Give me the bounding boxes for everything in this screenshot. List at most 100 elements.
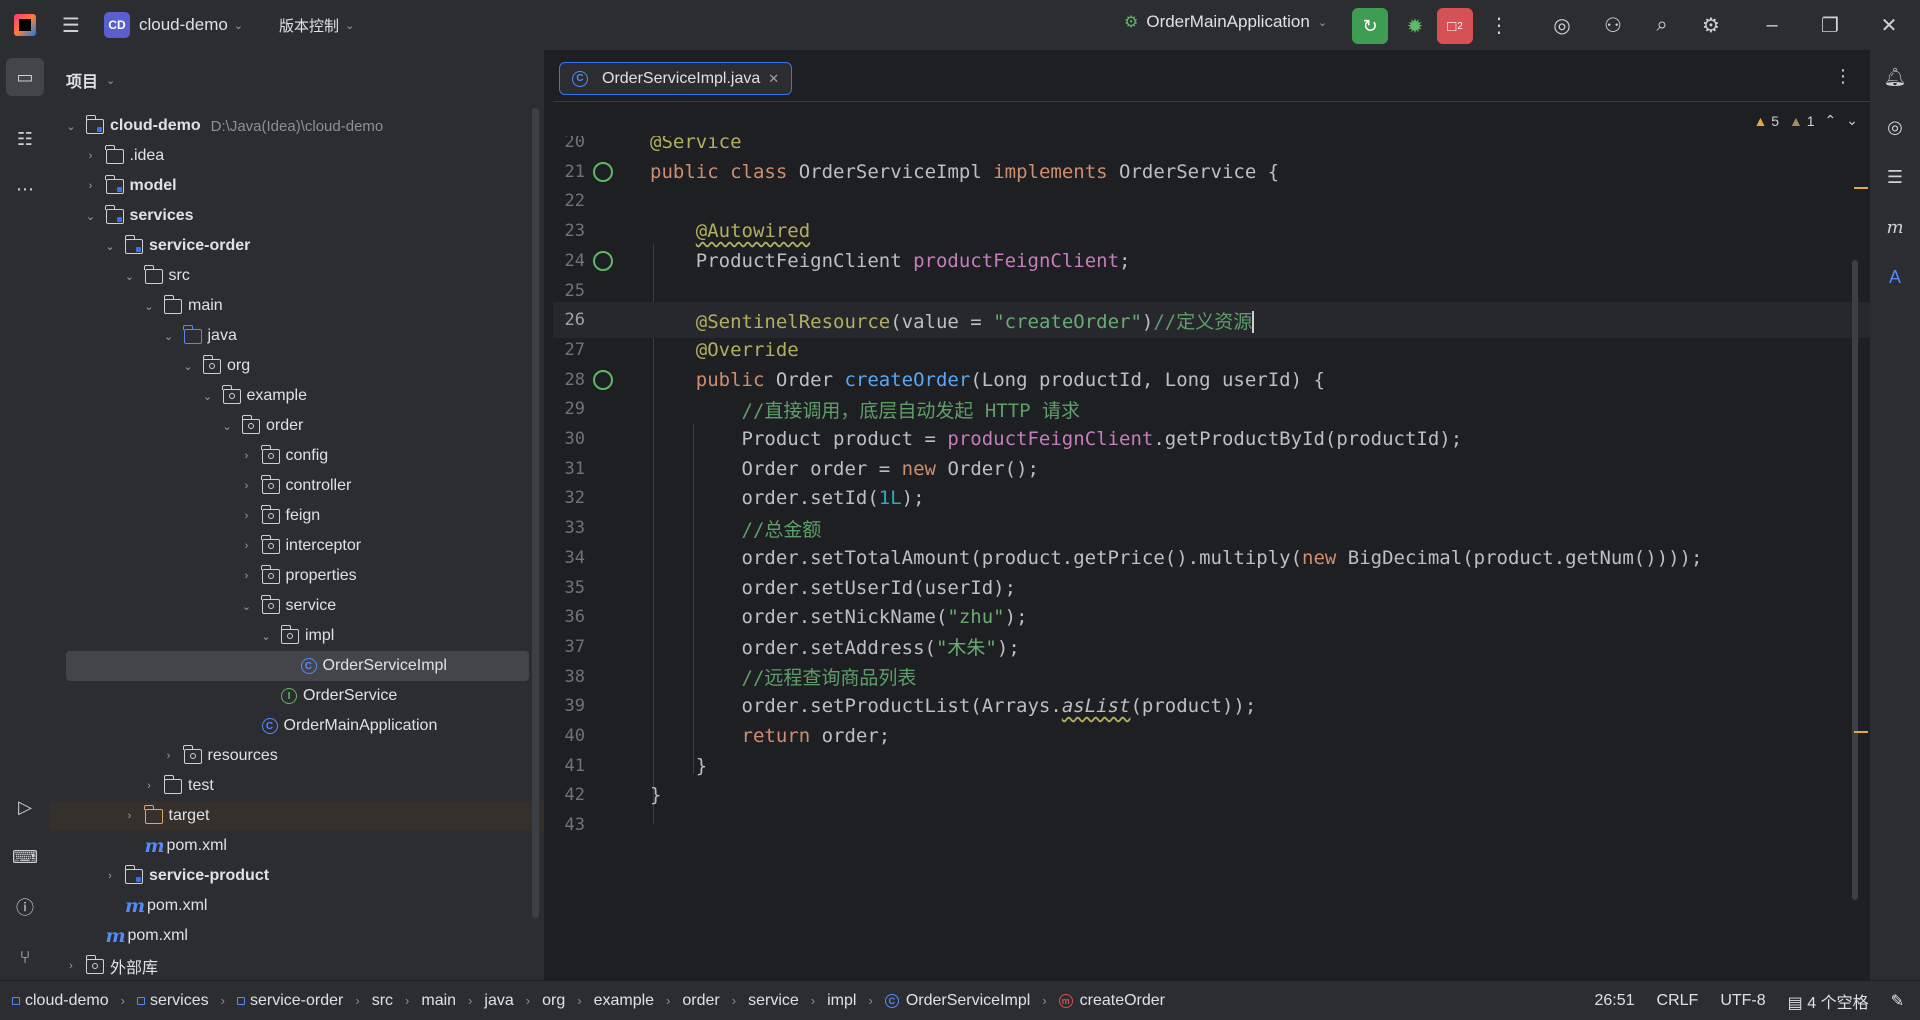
breadcrumb-item[interactable]: java: [484, 992, 513, 1010]
tree-item[interactable]: › target: [50, 801, 544, 831]
tree-item[interactable]: › properties: [50, 561, 544, 591]
chevron-right-icon[interactable]: ›: [84, 150, 98, 162]
chevron-down-icon[interactable]: ⌄: [64, 120, 78, 133]
maven-icon[interactable]: m: [1876, 208, 1914, 246]
tree-item[interactable]: ⌄ java: [50, 321, 544, 351]
breadcrumb-item[interactable]: main: [421, 992, 456, 1010]
chevron-right-icon[interactable]: ›: [240, 450, 254, 462]
breadcrumb-item[interactable]: services: [136, 992, 209, 1010]
next-highlight-icon[interactable]: ⌄: [1846, 112, 1858, 129]
chevron-right-icon[interactable]: ›: [123, 810, 137, 822]
chevron-down-icon[interactable]: ⌄: [201, 390, 215, 403]
database-icon[interactable]: ☰: [1876, 158, 1914, 196]
tree-item[interactable]: C OrderMainApplication: [50, 711, 544, 741]
search-icon[interactable]: ⌕: [1643, 6, 1681, 44]
settings-gear-icon[interactable]: ⚙: [1692, 6, 1730, 44]
chevron-down-icon[interactable]: ⌄: [240, 600, 254, 613]
caret-position[interactable]: 26:51: [1595, 992, 1635, 1010]
chevron-right-icon[interactable]: ›: [84, 180, 98, 192]
tree-item[interactable]: › service-product: [50, 861, 544, 891]
project-view-selector[interactable]: 项目 ⌄: [66, 68, 115, 92]
project-folder-icon[interactable]: ▭: [6, 58, 44, 96]
chevron-right-icon[interactable]: ›: [142, 780, 156, 792]
ai-chat-icon[interactable]: ◎: [1876, 108, 1914, 146]
project-selector[interactable]: cloud-demo ⌄: [139, 15, 243, 35]
chevron-down-icon[interactable]: ⌄: [162, 330, 176, 343]
tree-item[interactable]: › resources: [50, 741, 544, 771]
previous-highlight-icon[interactable]: ⌃: [1825, 112, 1837, 129]
chevron-down-icon[interactable]: ⌄: [259, 630, 273, 643]
tree-item[interactable]: m pom.xml: [50, 831, 544, 861]
tree-item[interactable]: ⌄ example: [50, 381, 544, 411]
breadcrumb-item[interactable]: service-order: [236, 992, 343, 1010]
breadcrumb-item[interactable]: m createOrder: [1058, 992, 1165, 1010]
stop-button[interactable]: □ 2: [1437, 8, 1473, 44]
ai-assistant-icon[interactable]: ◎: [1543, 6, 1581, 44]
chevron-right-icon[interactable]: ›: [103, 870, 117, 882]
warning-stripe-mark[interactable]: [1854, 731, 1868, 733]
readonly-toggle-icon[interactable]: ✎: [1891, 991, 1904, 1011]
rerun-button[interactable]: ↻: [1352, 8, 1388, 44]
chevron-down-icon[interactable]: ⌄: [181, 360, 195, 373]
tree-item[interactable]: › .idea: [50, 141, 544, 171]
restore-icon[interactable]: ❐: [1811, 6, 1849, 44]
chevron-right-icon[interactable]: ›: [240, 540, 254, 552]
chevron-right-icon[interactable]: ›: [240, 480, 254, 492]
more-tools-icon[interactable]: ⋯: [6, 170, 44, 208]
translate-icon[interactable]: A: [1876, 258, 1914, 296]
chevron-down-icon[interactable]: ⌄: [220, 420, 234, 433]
git-branch-icon[interactable]: ⑂: [6, 938, 44, 976]
chevron-down-icon[interactable]: ⌄: [123, 270, 137, 283]
close-icon[interactable]: ✕: [1870, 6, 1908, 44]
run-config-selector[interactable]: ⚙ OrderMainApplication ⌄: [1124, 12, 1327, 32]
chevron-right-icon[interactable]: ›: [240, 510, 254, 522]
spring-bean-gutter-icon[interactable]: [593, 250, 613, 271]
chevron-down-icon[interactable]: ⌄: [103, 240, 117, 253]
tree-item[interactable]: › model: [50, 171, 544, 201]
tree-item[interactable]: m pom.xml: [50, 921, 544, 951]
tree-item[interactable]: ⌄ service: [50, 591, 544, 621]
chevron-right-icon[interactable]: ›: [64, 960, 78, 972]
minimize-icon[interactable]: –: [1753, 6, 1791, 44]
tree-item[interactable]: ⌄ main: [50, 291, 544, 321]
project-badge[interactable]: CD: [104, 12, 130, 38]
tree-item[interactable]: ⌄ org: [50, 351, 544, 381]
breadcrumb-item[interactable]: example: [594, 992, 654, 1010]
ide-logo-icon[interactable]: [14, 14, 36, 36]
tree-item[interactable]: › config: [50, 441, 544, 471]
notifications-bell-icon[interactable]: 🔔︎: [1876, 58, 1914, 96]
editor-tab[interactable]: C OrderServiceImpl.java ✕: [559, 62, 793, 95]
code-line[interactable]: 43: [553, 807, 1870, 843]
chevron-right-icon[interactable]: ›: [162, 750, 176, 762]
tree-scrollbar[interactable]: [532, 108, 539, 918]
indent-setting[interactable]: ▤ 4 个空格: [1788, 989, 1869, 1013]
tree-item[interactable]: I OrderService: [50, 681, 544, 711]
breadcrumb-item[interactable]: service: [748, 992, 799, 1010]
warning-stripe-mark[interactable]: [1854, 187, 1868, 189]
more-actions-icon[interactable]: ⋮: [1480, 6, 1518, 44]
file-encoding[interactable]: UTF-8: [1720, 992, 1765, 1010]
spring-bean-gutter-icon[interactable]: [593, 161, 613, 182]
tree-item[interactable]: ⌄ order: [50, 411, 544, 441]
line-separator[interactable]: CRLF: [1657, 992, 1699, 1010]
terminal-icon[interactable]: ⌨: [6, 838, 44, 876]
tree-item[interactable]: ⌄ service-order: [50, 231, 544, 261]
tree-item[interactable]: C OrderServiceImpl: [66, 651, 529, 681]
debug-button[interactable]: ✹: [1397, 8, 1433, 44]
breadcrumb-item[interactable]: order: [682, 992, 719, 1010]
problems-icon[interactable]: ⓘ: [6, 888, 44, 926]
services-run-icon[interactable]: ▷: [6, 788, 44, 826]
code-area[interactable]: 20 @Service 21 public class OrderServiceImp…: [553, 136, 1870, 979]
vcs-menu[interactable]: 版本控制 ⌄: [279, 15, 354, 36]
breadcrumb-item[interactable]: org: [542, 992, 565, 1010]
breadcrumb-item[interactable]: C OrderServiceImpl: [884, 992, 1030, 1010]
implements-method-gutter-icon[interactable]: [593, 369, 613, 390]
chevron-down-icon[interactable]: ⌄: [142, 300, 156, 313]
breadcrumb-item[interactable]: cloud-demo: [12, 992, 109, 1010]
tree-item[interactable]: › controller: [50, 471, 544, 501]
tree-item[interactable]: › interceptor: [50, 531, 544, 561]
tree-item[interactable]: ⌄ impl: [50, 621, 544, 651]
tab-options-icon[interactable]: ⋮: [1834, 66, 1852, 87]
tree-item[interactable]: ⌄ services: [50, 201, 544, 231]
tree-item[interactable]: › test: [50, 771, 544, 801]
